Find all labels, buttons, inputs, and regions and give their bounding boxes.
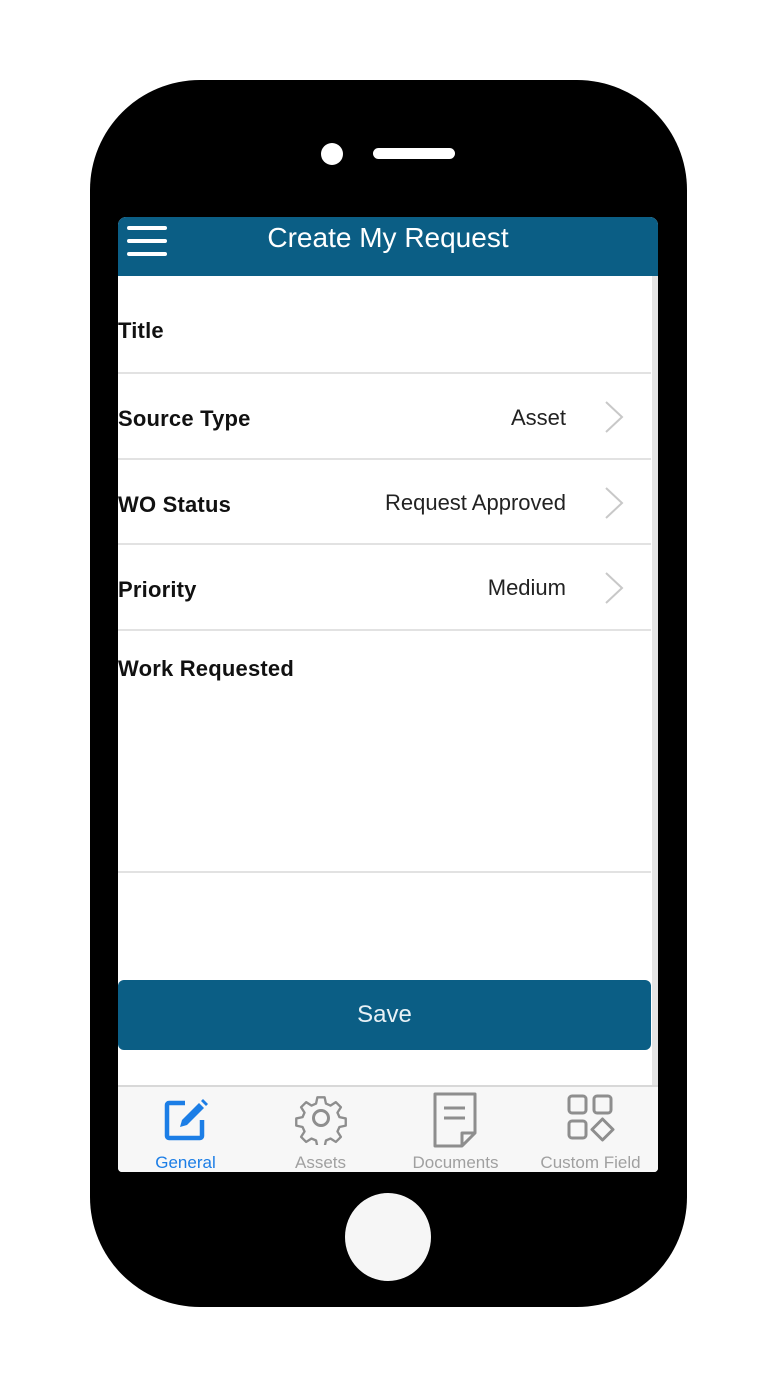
tab-documents[interactable]: Documents (388, 1087, 523, 1172)
app-screen: Create My Request Title Source Type Asse… (118, 217, 658, 1172)
wo-status-field[interactable]: WO Status Request Approved (118, 460, 651, 545)
page-title: Create My Request (267, 222, 509, 253)
title-label: Title (118, 318, 164, 343)
tab-assets-label: Assets (294, 1153, 347, 1172)
chevron-right-icon (605, 401, 624, 433)
front-camera (321, 143, 343, 165)
tab-general[interactable]: General (118, 1087, 253, 1172)
tab-bar: General Assets Documents Custom Field (118, 1085, 658, 1172)
tab-documents-label: Documents (412, 1153, 499, 1172)
tab-general-label: General (155, 1153, 216, 1172)
work-requested-field[interactable]: Work Requested (118, 631, 651, 873)
work-requested-label: Work Requested (118, 656, 294, 681)
tab-assets[interactable]: Assets (253, 1087, 388, 1172)
save-button[interactable]: Save (118, 980, 651, 1050)
wo-status-value: Request Approved (384, 490, 566, 515)
chevron-right-icon (605, 572, 624, 604)
navigation-bar: Create My Request (118, 217, 658, 276)
source-type-label: Source Type (118, 406, 251, 431)
wo-status-label: WO Status (118, 492, 232, 517)
source-type-field[interactable]: Source Type Asset (118, 374, 651, 460)
grid-shapes-icon (567, 1094, 614, 1142)
tab-custom-field-label: Custom Field (540, 1153, 641, 1172)
tab-custom-field[interactable]: Custom Field (523, 1087, 658, 1172)
title-field[interactable]: Title (118, 276, 651, 374)
document-icon (433, 1092, 476, 1148)
chevron-right-icon (605, 487, 624, 519)
priority-value: Medium (487, 575, 566, 600)
source-type-value: Asset (510, 405, 566, 430)
priority-field[interactable]: Priority Medium (118, 545, 651, 631)
scrollbar[interactable] (652, 276, 658, 1172)
priority-label: Priority (118, 577, 197, 602)
earpiece-speaker (373, 148, 455, 159)
edit-icon (164, 1099, 208, 1141)
home-button[interactable] (345, 1193, 431, 1281)
gear-icon (294, 1096, 347, 1145)
